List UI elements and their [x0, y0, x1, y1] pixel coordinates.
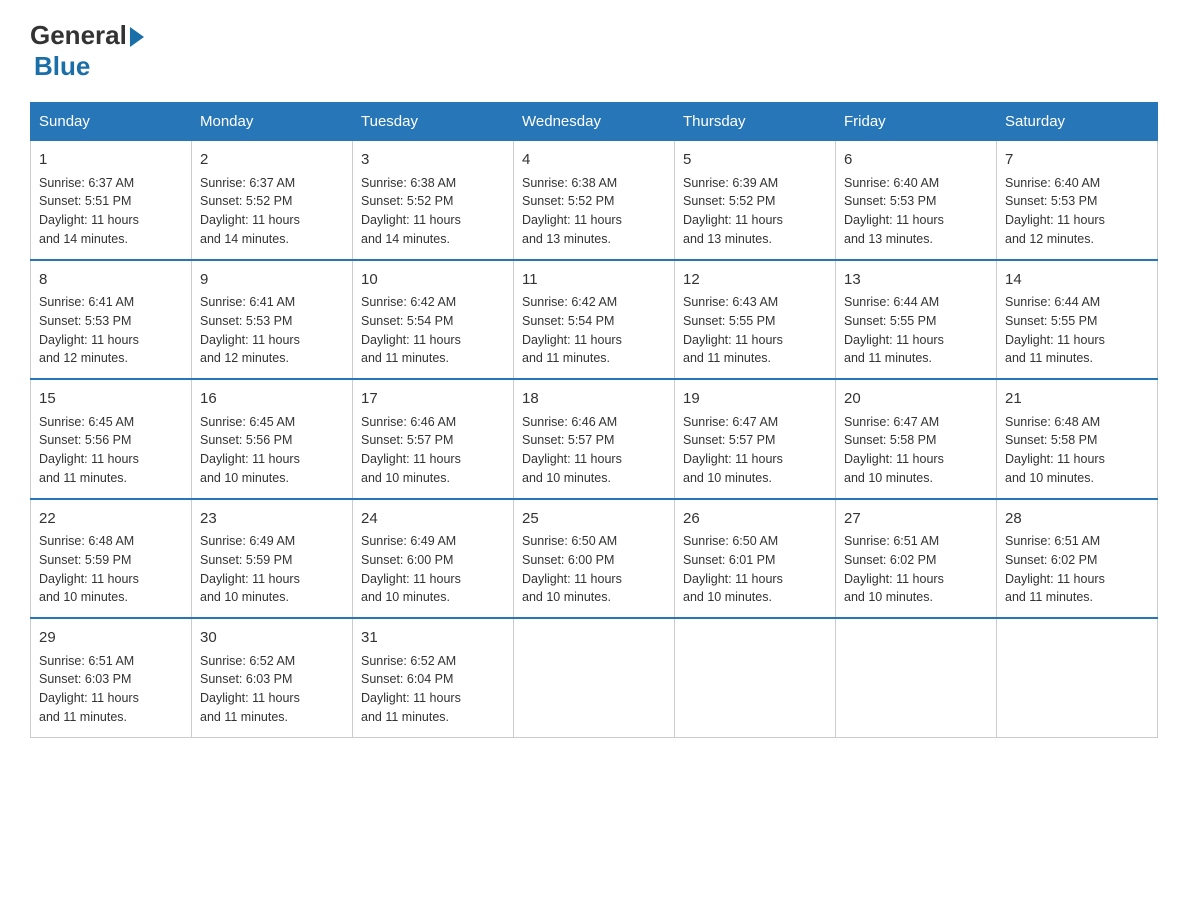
- calendar-cell: 3Sunrise: 6:38 AMSunset: 5:52 PMDaylight…: [353, 141, 514, 260]
- day-number: 15: [39, 388, 183, 411]
- day-number: 29: [39, 627, 183, 650]
- logo-blue-text: Blue: [34, 51, 90, 81]
- calendar-cell: 12Sunrise: 6:43 AMSunset: 5:55 PMDayligh…: [675, 260, 836, 380]
- day-number: 18: [522, 388, 666, 411]
- calendar-cell: 24Sunrise: 6:49 AMSunset: 6:00 PMDayligh…: [353, 499, 514, 619]
- col-header-saturday: Saturday: [997, 103, 1158, 141]
- day-number: 24: [361, 508, 505, 531]
- week-row-5: 29Sunrise: 6:51 AMSunset: 6:03 PMDayligh…: [31, 618, 1158, 737]
- col-header-friday: Friday: [836, 103, 997, 141]
- day-number: 21: [1005, 388, 1149, 411]
- day-number: 25: [522, 508, 666, 531]
- day-number: 17: [361, 388, 505, 411]
- col-header-wednesday: Wednesday: [514, 103, 675, 141]
- day-number: 4: [522, 149, 666, 172]
- calendar-cell: 18Sunrise: 6:46 AMSunset: 5:57 PMDayligh…: [514, 379, 675, 499]
- day-number: 2: [200, 149, 344, 172]
- col-header-thursday: Thursday: [675, 103, 836, 141]
- calendar-cell: 30Sunrise: 6:52 AMSunset: 6:03 PMDayligh…: [192, 618, 353, 737]
- calendar-cell: 27Sunrise: 6:51 AMSunset: 6:02 PMDayligh…: [836, 499, 997, 619]
- calendar-cell: [836, 618, 997, 737]
- calendar-cell: 13Sunrise: 6:44 AMSunset: 5:55 PMDayligh…: [836, 260, 997, 380]
- day-number: 1: [39, 149, 183, 172]
- calendar-cell: 29Sunrise: 6:51 AMSunset: 6:03 PMDayligh…: [31, 618, 192, 737]
- day-number: 27: [844, 508, 988, 531]
- week-row-4: 22Sunrise: 6:48 AMSunset: 5:59 PMDayligh…: [31, 499, 1158, 619]
- col-header-tuesday: Tuesday: [353, 103, 514, 141]
- day-number: 16: [200, 388, 344, 411]
- calendar-cell: 26Sunrise: 6:50 AMSunset: 6:01 PMDayligh…: [675, 499, 836, 619]
- day-number: 7: [1005, 149, 1149, 172]
- calendar-cell: 17Sunrise: 6:46 AMSunset: 5:57 PMDayligh…: [353, 379, 514, 499]
- day-number: 31: [361, 627, 505, 650]
- week-row-1: 1Sunrise: 6:37 AMSunset: 5:51 PMDaylight…: [31, 141, 1158, 260]
- day-number: 10: [361, 269, 505, 292]
- calendar-cell: 31Sunrise: 6:52 AMSunset: 6:04 PMDayligh…: [353, 618, 514, 737]
- day-number: 9: [200, 269, 344, 292]
- calendar-cell: 8Sunrise: 6:41 AMSunset: 5:53 PMDaylight…: [31, 260, 192, 380]
- col-header-monday: Monday: [192, 103, 353, 141]
- day-number: 11: [522, 269, 666, 292]
- calendar-cell: 11Sunrise: 6:42 AMSunset: 5:54 PMDayligh…: [514, 260, 675, 380]
- calendar-cell: 5Sunrise: 6:39 AMSunset: 5:52 PMDaylight…: [675, 141, 836, 260]
- calendar-cell: 19Sunrise: 6:47 AMSunset: 5:57 PMDayligh…: [675, 379, 836, 499]
- calendar-cell: 15Sunrise: 6:45 AMSunset: 5:56 PMDayligh…: [31, 379, 192, 499]
- day-number: 3: [361, 149, 505, 172]
- logo: General Blue: [30, 20, 144, 82]
- page-header: General Blue: [30, 20, 1158, 82]
- day-number: 13: [844, 269, 988, 292]
- day-number: 5: [683, 149, 827, 172]
- calendar-cell: 21Sunrise: 6:48 AMSunset: 5:58 PMDayligh…: [997, 379, 1158, 499]
- calendar-table: SundayMondayTuesdayWednesdayThursdayFrid…: [30, 102, 1158, 738]
- calendar-cell: [675, 618, 836, 737]
- day-number: 22: [39, 508, 183, 531]
- day-number: 23: [200, 508, 344, 531]
- calendar-cell: [514, 618, 675, 737]
- calendar-cell: 16Sunrise: 6:45 AMSunset: 5:56 PMDayligh…: [192, 379, 353, 499]
- day-number: 30: [200, 627, 344, 650]
- calendar-cell: 9Sunrise: 6:41 AMSunset: 5:53 PMDaylight…: [192, 260, 353, 380]
- calendar-cell: 1Sunrise: 6:37 AMSunset: 5:51 PMDaylight…: [31, 141, 192, 260]
- day-number: 28: [1005, 508, 1149, 531]
- calendar-cell: 14Sunrise: 6:44 AMSunset: 5:55 PMDayligh…: [997, 260, 1158, 380]
- col-header-sunday: Sunday: [31, 103, 192, 141]
- week-row-2: 8Sunrise: 6:41 AMSunset: 5:53 PMDaylight…: [31, 260, 1158, 380]
- calendar-cell: 20Sunrise: 6:47 AMSunset: 5:58 PMDayligh…: [836, 379, 997, 499]
- calendar-cell: 22Sunrise: 6:48 AMSunset: 5:59 PMDayligh…: [31, 499, 192, 619]
- calendar-cell: 10Sunrise: 6:42 AMSunset: 5:54 PMDayligh…: [353, 260, 514, 380]
- day-number: 6: [844, 149, 988, 172]
- calendar-cell: 6Sunrise: 6:40 AMSunset: 5:53 PMDaylight…: [836, 141, 997, 260]
- day-number: 12: [683, 269, 827, 292]
- calendar-cell: 25Sunrise: 6:50 AMSunset: 6:00 PMDayligh…: [514, 499, 675, 619]
- logo-general-text: General: [30, 20, 127, 51]
- calendar-cell: 23Sunrise: 6:49 AMSunset: 5:59 PMDayligh…: [192, 499, 353, 619]
- day-number: 26: [683, 508, 827, 531]
- calendar-cell: 28Sunrise: 6:51 AMSunset: 6:02 PMDayligh…: [997, 499, 1158, 619]
- logo-triangle-icon: [130, 27, 144, 47]
- day-number: 20: [844, 388, 988, 411]
- calendar-cell: 2Sunrise: 6:37 AMSunset: 5:52 PMDaylight…: [192, 141, 353, 260]
- calendar-cell: [997, 618, 1158, 737]
- calendar-cell: 7Sunrise: 6:40 AMSunset: 5:53 PMDaylight…: [997, 141, 1158, 260]
- calendar-cell: 4Sunrise: 6:38 AMSunset: 5:52 PMDaylight…: [514, 141, 675, 260]
- day-number: 19: [683, 388, 827, 411]
- day-number: 14: [1005, 269, 1149, 292]
- header-row: SundayMondayTuesdayWednesdayThursdayFrid…: [31, 103, 1158, 141]
- week-row-3: 15Sunrise: 6:45 AMSunset: 5:56 PMDayligh…: [31, 379, 1158, 499]
- day-number: 8: [39, 269, 183, 292]
